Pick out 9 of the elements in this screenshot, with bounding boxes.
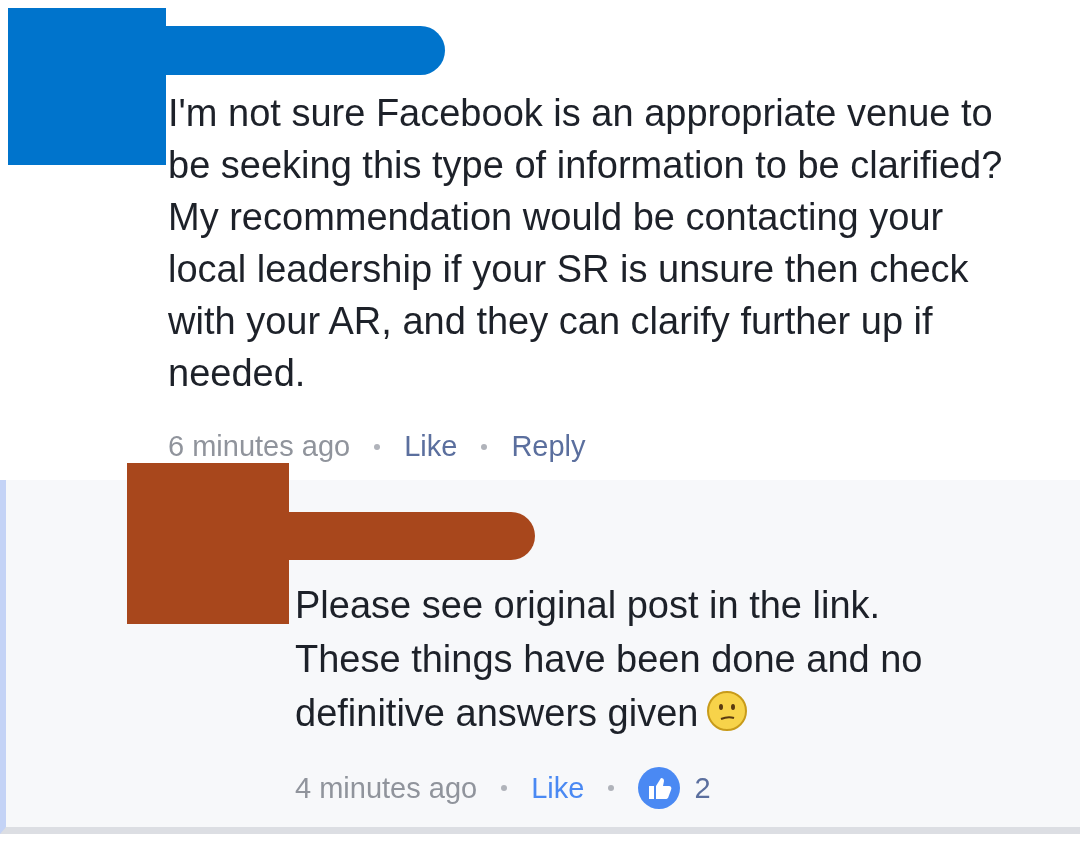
reply-link[interactable]: Reply	[511, 430, 586, 464]
like-link[interactable]: Like	[404, 430, 458, 464]
timestamp: 4 minutes ago	[295, 771, 478, 805]
comment-text: I'm not sure Facebook is an appropriate venue to be seeking this type of information to be clarified? My recommendation would be contacting your local leadership if your SR is unsure then check with your AR, and they can clarify further up if needed.	[168, 92, 1003, 395]
reaction-count: 2	[694, 771, 711, 805]
thumbs-up-icon[interactable]	[638, 767, 681, 810]
like-link[interactable]: Like	[531, 771, 585, 805]
comment-text: Please see original post in the link. These things have been done and no definitive answers given	[295, 583, 923, 734]
timestamp: 6 minutes ago	[168, 430, 351, 464]
